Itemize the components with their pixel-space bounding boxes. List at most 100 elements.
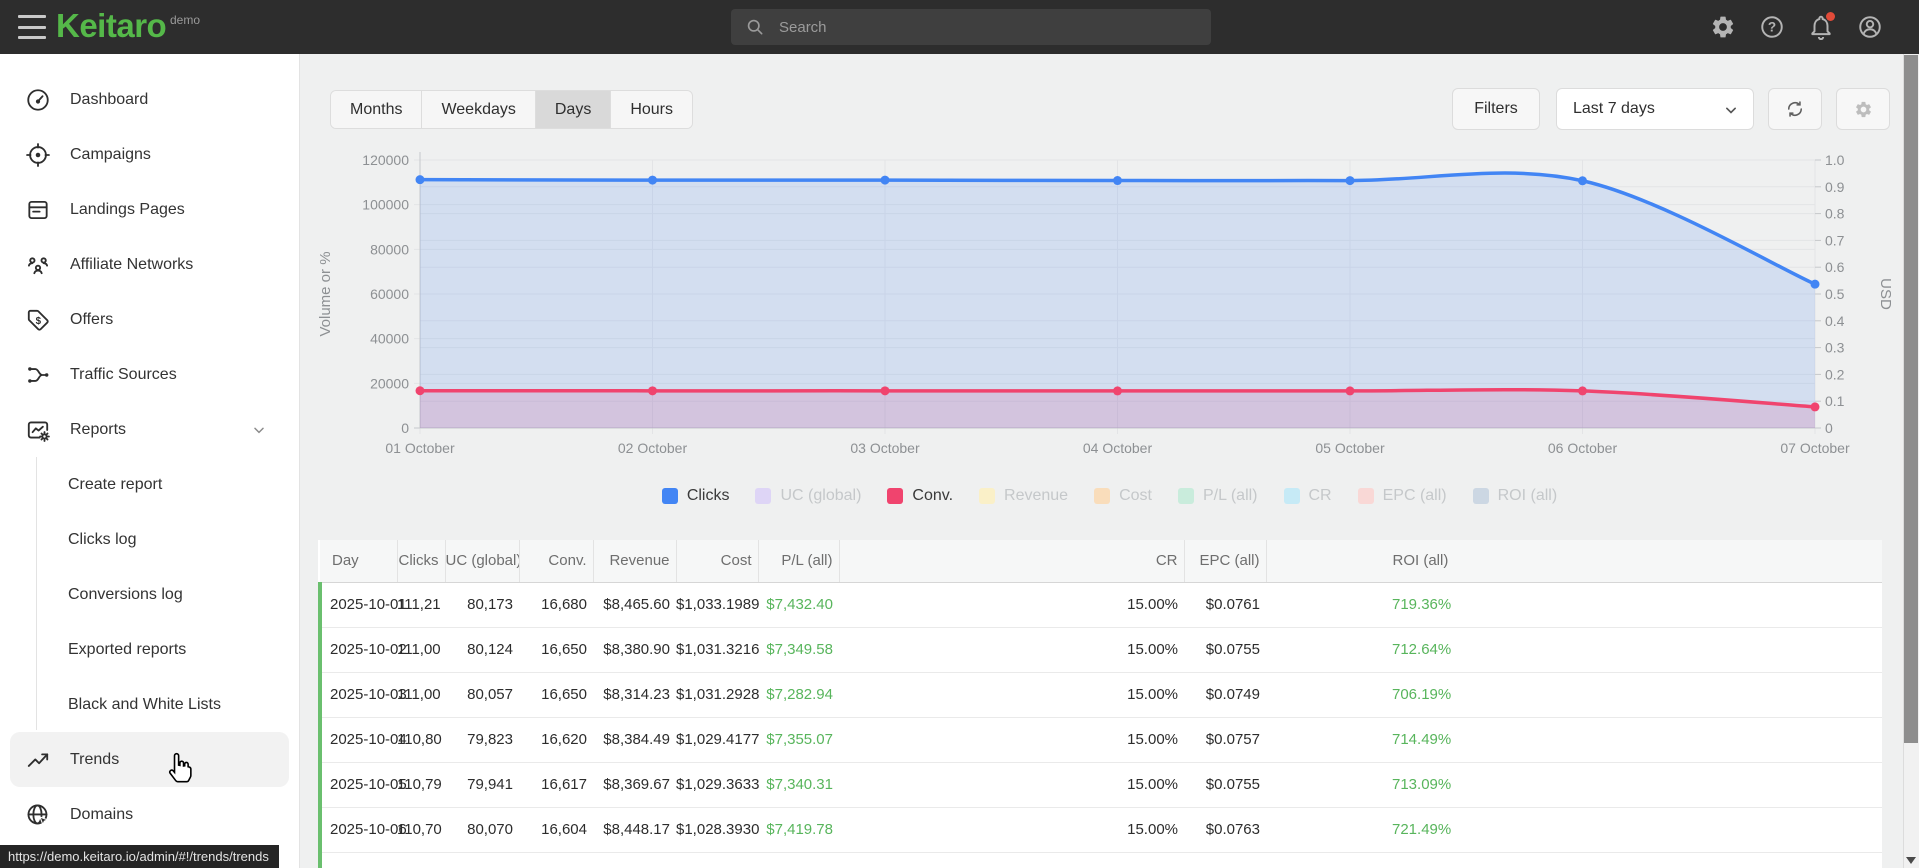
column-header-uc-global[interactable]: UC (global) [444, 540, 519, 583]
legend-label: UC (global) [780, 487, 862, 504]
sidebar-item-label: Traffic Sources [70, 365, 177, 383]
legend-item-uc-global[interactable]: UC (global) [755, 487, 861, 505]
sidebar-item-traffic-sources[interactable]: Traffic Sources [10, 347, 289, 402]
tab-months[interactable]: Months [331, 91, 422, 128]
legend-item-epc-all[interactable]: EPC (all) [1357, 487, 1447, 505]
sidebar-item-label: Create report [68, 475, 163, 493]
cell-uc-global: 41,457 [445, 852, 519, 868]
cell-p-l-all: $7,340.31 [758, 762, 839, 808]
cell-epc-all: $0.0749 [1184, 672, 1266, 718]
sidebar-item-landings-pages[interactable]: Landings Pages [10, 182, 289, 237]
date-range-select[interactable]: Last 7 days [1556, 88, 1754, 130]
legend-item-clicks[interactable]: Clicks [661, 487, 729, 505]
filters-button[interactable]: Filters [1452, 88, 1540, 130]
help-icon[interactable]: ? [1759, 14, 1785, 40]
legend-item-cost[interactable]: Cost [1094, 487, 1152, 505]
search-input[interactable] [731, 9, 1211, 45]
column-header-cost[interactable]: Cost [675, 540, 758, 583]
app-logo[interactable]: Keitaro [56, 7, 167, 45]
cell-revenue: $4,293.34 [593, 852, 676, 868]
legend-item-revenue[interactable]: Revenue [979, 487, 1068, 505]
legend-item-p-l-all[interactable]: P/L (all) [1177, 487, 1258, 505]
legend-swatch [1283, 488, 1300, 504]
cell-conv: 16,620 [519, 717, 593, 763]
trends-table-wrap: Day Clicks UC (global) Conv. Revenue Cost P/L … [318, 540, 1882, 868]
tab-weekdays[interactable]: Weekdays [421, 91, 535, 128]
refresh-icon [1787, 101, 1803, 117]
refresh-button[interactable] [1768, 88, 1822, 130]
svg-text:0.3: 0.3 [1825, 340, 1845, 356]
sidebar-item-black-and-white-lists[interactable]: Black and White Lists [10, 677, 289, 732]
date-range-value: Last 7 days [1573, 100, 1655, 117]
sidebar-item-label: Affiliate Networks [70, 255, 194, 273]
sidebar-item-clicks-log[interactable]: Clicks log [10, 512, 289, 567]
svg-text:05 October: 05 October [1315, 440, 1385, 456]
cell-uc-global: 80,173 [445, 582, 519, 628]
tab-hours[interactable]: Hours [610, 91, 693, 128]
offers-icon: $ [25, 307, 51, 333]
svg-text:USD: USD [1877, 278, 1894, 310]
sidebar-item-offers[interactable]: $ Offers [10, 292, 289, 347]
svg-text:40000: 40000 [370, 331, 409, 347]
sidebar-item-domains[interactable]: Domains [10, 787, 289, 842]
sidebar-item-exported-reports[interactable]: Exported reports [10, 622, 289, 677]
column-header-clicks[interactable]: Clicks [396, 540, 445, 583]
legend-item-conv[interactable]: Conv. [887, 487, 953, 505]
sidebar-item-reports[interactable]: Reports [10, 402, 289, 457]
sidebar-item-dashboard[interactable]: Dashboard [10, 72, 289, 127]
table-row: 2025-10-04 110,80 79,823 16,620 $8,384.49 $1,… [318, 717, 1882, 763]
account-icon[interactable] [1857, 14, 1883, 40]
cell-cr: 15.00% [839, 582, 1184, 628]
svg-text:0.7: 0.7 [1825, 232, 1845, 248]
sidebar-item-campaigns[interactable]: Campaigns [10, 127, 289, 182]
svg-text:02 October: 02 October [618, 440, 688, 456]
search-bar [731, 9, 1211, 45]
svg-text:06 October: 06 October [1548, 440, 1618, 456]
cell-day: 2025-10-06 [318, 807, 407, 853]
scrollbar-down-arrow[interactable] [1906, 857, 1916, 864]
sidebar-item-affiliate-networks[interactable]: Affiliate Networks [10, 237, 289, 292]
sidebar-item-trends[interactable]: Trends [10, 732, 289, 787]
column-header-conv[interactable]: Conv. [518, 540, 593, 583]
reports-icon [25, 417, 51, 443]
sidebar-item-create-report[interactable]: Create report [10, 457, 289, 512]
cell-clicks: 110,79 [397, 762, 445, 808]
cell-roi-all: 719.36% [1266, 582, 1882, 628]
affiliates-icon [25, 252, 51, 278]
chart-settings-button[interactable] [1836, 88, 1890, 130]
legend-item-roi-all[interactable]: ROI (all) [1472, 487, 1557, 505]
menu-icon[interactable] [18, 15, 46, 39]
dashboard-icon [25, 87, 51, 113]
cell-uc-global: 79,823 [445, 717, 519, 763]
svg-text:0.9: 0.9 [1825, 179, 1845, 195]
tab-days[interactable]: Days [534, 91, 611, 128]
notifications-bell-icon[interactable] [1808, 12, 1835, 41]
column-header-day[interactable]: Day [320, 540, 397, 583]
legend-item-cr[interactable]: CR [1283, 487, 1332, 505]
cell-clicks: 110,80 [397, 717, 445, 763]
page-scrollbar[interactable] [1903, 54, 1919, 868]
scrollbar-thumb[interactable] [1904, 55, 1918, 743]
legend-label: P/L (all) [1202, 487, 1258, 504]
env-label: demo [170, 13, 201, 27]
cell-roi-all: 712.64% [1266, 627, 1882, 673]
settings-gear-icon[interactable] [1710, 14, 1736, 40]
column-header-epc-all[interactable]: EPC (all) [1183, 540, 1266, 583]
notification-dot [1826, 12, 1835, 21]
sidebar-item-conversions-log[interactable]: Conversions log [10, 567, 289, 622]
column-header-p-l-all[interactable]: P/L (all) [757, 540, 839, 583]
cell-p-l-all: $7,432.40 [758, 582, 839, 628]
svg-text:0: 0 [401, 420, 409, 436]
table-row: 2025-10-02 111,00 80,124 16,650 $8,380.90 $1,… [318, 627, 1882, 673]
campaigns-icon [25, 142, 51, 168]
column-header-roi-all[interactable]: ROI (all) [1265, 540, 1882, 583]
svg-text:0.8: 0.8 [1825, 206, 1845, 222]
cell-conv: 16,680 [519, 582, 593, 628]
cell-cost: $1,031.3216 [676, 627, 759, 673]
svg-text:100000: 100000 [362, 197, 409, 213]
cell-day: 2025-10-02 [318, 627, 407, 673]
column-header-revenue[interactable]: Revenue [592, 540, 676, 583]
cell-epc-all: $0.0745 [1184, 852, 1266, 868]
cell-conv: 16,650 [519, 627, 593, 673]
column-header-cr[interactable]: CR [838, 540, 1184, 583]
